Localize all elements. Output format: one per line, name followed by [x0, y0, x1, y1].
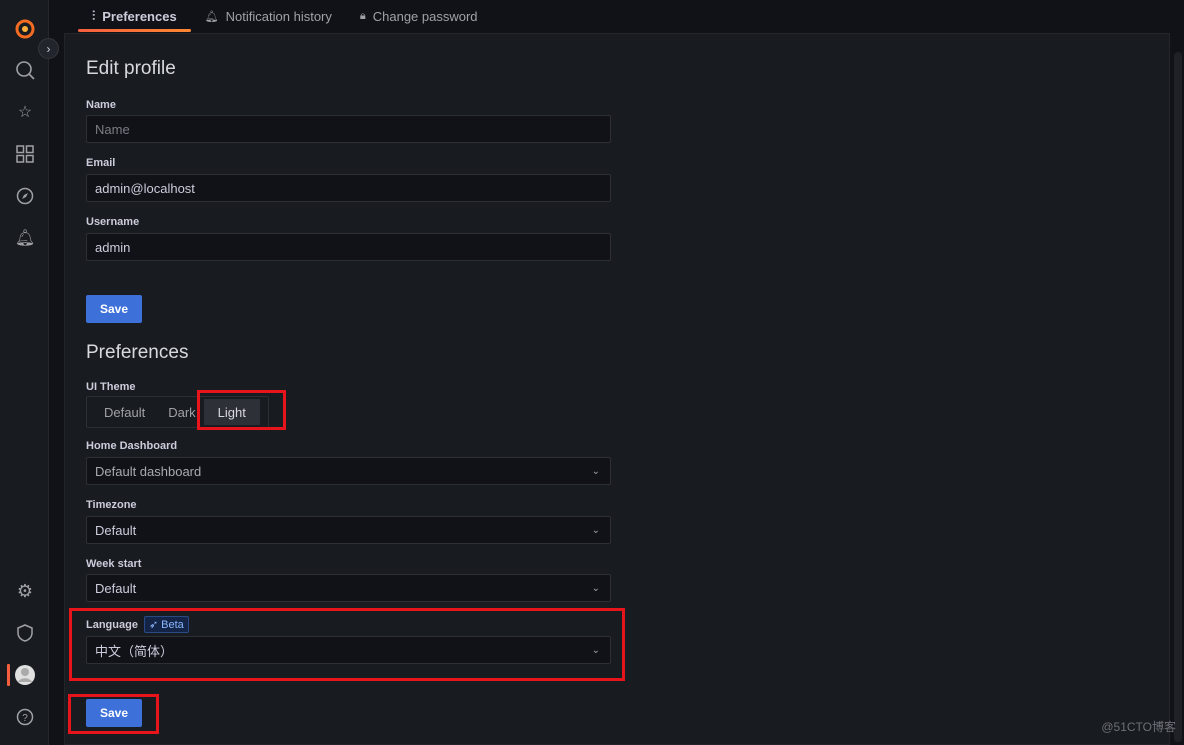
configuration-icon[interactable]: ⚙: [12, 578, 38, 604]
watermark: @51CTO博客: [1101, 720, 1176, 734]
avatar[interactable]: [12, 662, 38, 688]
select-value: Default: [95, 580, 137, 596]
chevron-down-icon: ⌄: [591, 524, 600, 536]
chevron-down-icon: ⌄: [591, 582, 600, 594]
tab-bar: ⫶ Preferences 🔔︎ Notification history 🔒︎ Ch…: [78, 0, 492, 32]
scrollbar[interactable]: [1174, 52, 1182, 742]
name-label: Name: [86, 99, 116, 111]
save-profile-button[interactable]: Save: [86, 295, 143, 323]
help-icon[interactable]: ?: [12, 704, 38, 730]
lock-icon: 🔒︎: [359, 9, 366, 22]
active-indicator: [7, 664, 10, 686]
star-icon[interactable]: ☆: [12, 99, 38, 125]
annotation-box-save: [68, 694, 159, 734]
tab-label: Preferences: [102, 8, 177, 24]
alerting-icon[interactable]: 🔔︎: [12, 225, 38, 251]
username-input[interactable]: admin: [86, 233, 611, 261]
ui-theme-label: UI Theme: [86, 381, 136, 393]
annotation-box-theme: [197, 390, 286, 430]
tab-change-password[interactable]: 🔒︎ Change password: [346, 0, 492, 32]
grafana-logo-icon[interactable]: [12, 15, 38, 41]
explore-icon[interactable]: [12, 183, 38, 209]
timezone-select[interactable]: Default ⌄: [86, 516, 611, 544]
svg-text:?: ?: [22, 713, 28, 724]
tab-notification-history[interactable]: 🔔︎ Notification history: [191, 0, 346, 32]
home-dashboard-label: Home Dashboard: [86, 440, 178, 452]
week-start-label: Week start: [86, 558, 142, 570]
expand-sidebar-button[interactable]: ›: [38, 38, 59, 59]
username-label: Username: [86, 216, 140, 228]
edit-profile-title: Edit profile: [86, 58, 176, 79]
week-start-select[interactable]: Default ⌄: [86, 574, 611, 602]
email-label: Email: [86, 157, 116, 169]
search-icon[interactable]: [12, 57, 38, 83]
chevron-down-icon: ⌄: [591, 465, 600, 477]
shield-icon[interactable]: [12, 620, 38, 646]
tab-label: Change password: [372, 8, 478, 24]
select-value: Default dashboard: [95, 463, 202, 479]
annotation-box-language: [69, 608, 625, 681]
bell-icon: 🔔︎: [204, 10, 219, 23]
email-input[interactable]: admin@localhost: [86, 174, 611, 202]
timezone-label: Timezone: [86, 499, 137, 511]
sliders-icon: ⫶: [92, 8, 96, 23]
tab-label: Notification history: [225, 8, 332, 24]
select-value: Default: [95, 522, 137, 538]
dashboards-icon[interactable]: [12, 141, 38, 167]
sidebar: ☆ 🔔︎ ⚙ ?: [0, 0, 49, 745]
tab-preferences[interactable]: ⫶ Preferences: [78, 0, 191, 32]
name-input[interactable]: Name: [86, 115, 611, 143]
home-dashboard-select[interactable]: Default dashboard ⌄: [86, 457, 611, 485]
theme-option-default[interactable]: Default: [89, 399, 160, 425]
preferences-title: Preferences: [86, 342, 189, 363]
